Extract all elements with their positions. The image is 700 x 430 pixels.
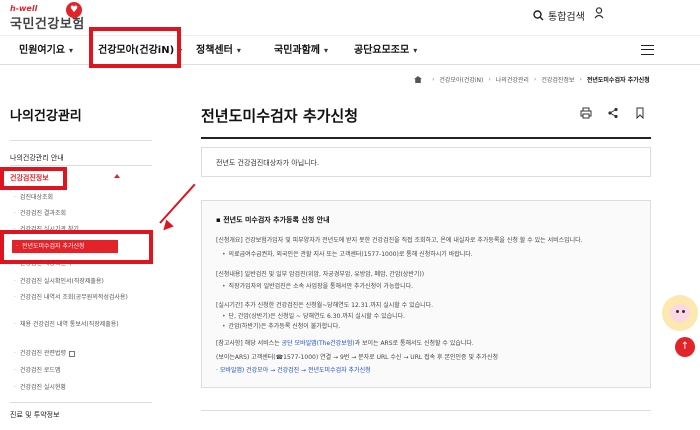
mobile-app-link[interactable]: 공단 모바일앱(The건강보험) bbox=[282, 340, 355, 347]
mascot-face bbox=[670, 304, 690, 322]
info-line: 직장가입자의 일반검진은 소속 사업장을 통해서만 추가신청이 가능합니다. bbox=[222, 283, 413, 291]
chevron-down-icon: ▾ bbox=[69, 46, 74, 55]
sidebar-subitem-label: 건강검진 관련법령 bbox=[19, 350, 66, 357]
sidebar-subitem[interactable]: 채용 건강검진 내역 통보서(직장제출용) bbox=[14, 320, 140, 329]
chevron-right-icon: › bbox=[432, 76, 435, 83]
sidebar-section-checkup[interactable]: 건강검진정보 bbox=[10, 173, 49, 183]
chevron-down-icon: ▾ bbox=[324, 46, 329, 55]
info-title: ▪ 전년도 미수검자 추가등록 신청 안내 bbox=[216, 216, 330, 224]
info-line: (보이는ARS) 고객센터(☎1577-1000) 연결 → 9번 → 문자로 … bbox=[216, 354, 498, 361]
info-line: [신청개요] 건강보험가입자 및 피부양자가 전년도에 받지 못한 건강검진을 … bbox=[216, 237, 583, 244]
nav-label: 정책센터 bbox=[196, 45, 233, 56]
chevron-right-icon: › bbox=[579, 76, 582, 83]
divider bbox=[10, 140, 152, 141]
info-text: [참고사항] 해당 서비스는 bbox=[216, 340, 282, 347]
notice-box: 전년도 건강검진대상자가 아닙니다. bbox=[201, 147, 651, 177]
nav-civil-service[interactable]: 민원여기요 ▾ bbox=[19, 36, 73, 65]
heart-logo-icon: ♥ bbox=[66, 2, 82, 18]
page-tools bbox=[578, 107, 648, 123]
home-icon[interactable] bbox=[414, 76, 422, 83]
chevron-down-icon: ▾ bbox=[236, 46, 241, 55]
integrated-search-label: 통합검색 bbox=[548, 12, 585, 23]
annotation-arrow-line bbox=[159, 183, 196, 224]
nav-health-moa[interactable]: 건강모아(건강iN) ▾ bbox=[98, 36, 182, 65]
share-icon[interactable] bbox=[605, 107, 621, 123]
scroll-top-button[interactable]: ↑ bbox=[675, 337, 695, 357]
mascot-chatbot-button[interactable] bbox=[662, 295, 698, 331]
breadcrumb-item[interactable]: 건강모아(건강iN) bbox=[439, 75, 483, 84]
info-line-reference: [참고사항] 해당 서비스는 공단 모바일앱(The건강보험)과 보이는 ARS… bbox=[216, 340, 474, 348]
info-box: ▪ 전년도 미수검자 추가등록 신청 안내 [신청개요] 건강보험가입자 및 피… bbox=[201, 200, 651, 388]
breadcrumb-current: 전년도미수검자 추가신청 bbox=[586, 77, 650, 84]
chevron-up-icon[interactable] bbox=[114, 174, 120, 178]
nav-with-people[interactable]: 국민과함께 ▾ bbox=[274, 36, 328, 65]
mascot-eye bbox=[682, 310, 685, 313]
nav-label: 공단요모조모 bbox=[354, 45, 410, 56]
mobile-app-path[interactable]: · 모바일앱) 건강모아 → 건강검진 → 전년도미수검자 추가신청 bbox=[216, 367, 371, 375]
info-line: [실시기간] 추가 신청한 건강검진은 신청월~당해연도 12.31.까지 실시… bbox=[216, 302, 434, 309]
breadcrumb: › 건강모아(건강iN) › 나의건강관리 › 건강검진정보 › 전년도미수검자… bbox=[414, 75, 650, 84]
divider bbox=[10, 402, 152, 403]
info-line: 간암(하반기)은 추가등록 신청이 불가합니다. bbox=[222, 323, 341, 331]
integrated-search-button[interactable]: 통합검색 bbox=[533, 8, 585, 23]
chevron-down-icon: ▾ bbox=[178, 46, 183, 55]
nav-label: 국민과함께 bbox=[274, 45, 320, 56]
nav-policy-center[interactable]: 정책센터 ▾ bbox=[196, 36, 241, 65]
page-title: 전년도미수검자 추가신청 bbox=[201, 107, 359, 125]
info-text: 과 보이는 ARS로 통해서도 신청할 수 있습니다. bbox=[354, 340, 474, 347]
info-line: 의료급여수급권자, 외국인은 관할 지사 또는 고객센터(1577-1000)로… bbox=[222, 251, 473, 259]
external-link-icon bbox=[69, 350, 75, 357]
print-icon[interactable] bbox=[578, 107, 594, 123]
divider bbox=[10, 165, 152, 166]
bookmark-icon[interactable] bbox=[632, 107, 648, 123]
scroll-top-icon: ↑ bbox=[680, 341, 690, 352]
sidebar-subitem[interactable]: 건강검진 대상확인서 bbox=[14, 259, 72, 268]
chevron-right-icon: › bbox=[488, 76, 491, 83]
top-bar: h-well 국민건강보험 ♥ 통합검색 bbox=[0, 0, 700, 36]
chevron-down-icon: ▾ bbox=[413, 46, 418, 55]
mascot-eye bbox=[676, 310, 679, 313]
sidebar-title: 나의건강관리 bbox=[10, 109, 82, 124]
info-line: [신청내용] 일반검진 및 일부 암검진(위암, 자궁경부암, 유방암, 폐암,… bbox=[216, 271, 425, 278]
search-icon bbox=[533, 10, 544, 21]
sidebar-subitem[interactable]: 건강검진 실시확인서(직장제출용) bbox=[14, 277, 104, 286]
sidebar-item-treatment[interactable]: 진료 및 투약정보 bbox=[10, 410, 60, 420]
info-title-text: 전년도 미수검자 추가등록 신청 안내 bbox=[223, 216, 330, 224]
info-line: 단, 간암(상반기)은 신청일 ~ 당해연도 6.30.까지 실시할 수 있습니… bbox=[222, 313, 406, 321]
user-icon[interactable] bbox=[594, 7, 604, 19]
nav-label: 건강모아(건강iN) bbox=[98, 45, 175, 56]
divider bbox=[201, 410, 651, 411]
breadcrumb-item[interactable]: 건강검진정보 bbox=[541, 75, 574, 84]
sidebar-subitem[interactable]: 건강검진 로드맵 bbox=[14, 366, 61, 375]
menu-icon[interactable] bbox=[641, 45, 654, 55]
sidebar-subitem[interactable]: 건강검진 결과조회 bbox=[14, 209, 66, 218]
sidebar-subitem[interactable]: 건강검진 내역서 조회(공무원의적성검사용) bbox=[14, 293, 140, 302]
sidebar-subitem-laws[interactable]: 건강검진 관련법령 bbox=[14, 349, 75, 358]
divider bbox=[201, 137, 651, 139]
nav-label: 민원여기요 bbox=[19, 45, 65, 56]
breadcrumb-item[interactable]: 나의건강관리 bbox=[496, 75, 529, 84]
main-nav: 민원여기요 ▾ 건강모아(건강iN) ▾ 정책센터 ▾ 국민과함께 ▾ 공단요모조모 ▾ bbox=[0, 36, 700, 65]
sidebar-item-guide[interactable]: 나의건강관리 안내 bbox=[10, 153, 64, 163]
sidebar-subitem[interactable]: 검진대상조회 bbox=[14, 193, 53, 202]
logo-name: 국민건강보험 bbox=[10, 17, 85, 32]
chevron-right-icon: › bbox=[533, 76, 537, 83]
site-logo[interactable]: h-well 국민건강보험 ♥ bbox=[10, 2, 85, 33]
nav-nhis-info[interactable]: 공단요모조모 ▾ bbox=[354, 36, 417, 65]
sidebar-subitem[interactable]: 건강검진 실시기관 찾기 bbox=[14, 225, 79, 234]
sidebar-subitem-selected[interactable]: 전년도미수검자 추가신청 bbox=[12, 240, 118, 253]
sidebar-subitem[interactable]: 건강검진 실시현황 bbox=[14, 383, 66, 392]
